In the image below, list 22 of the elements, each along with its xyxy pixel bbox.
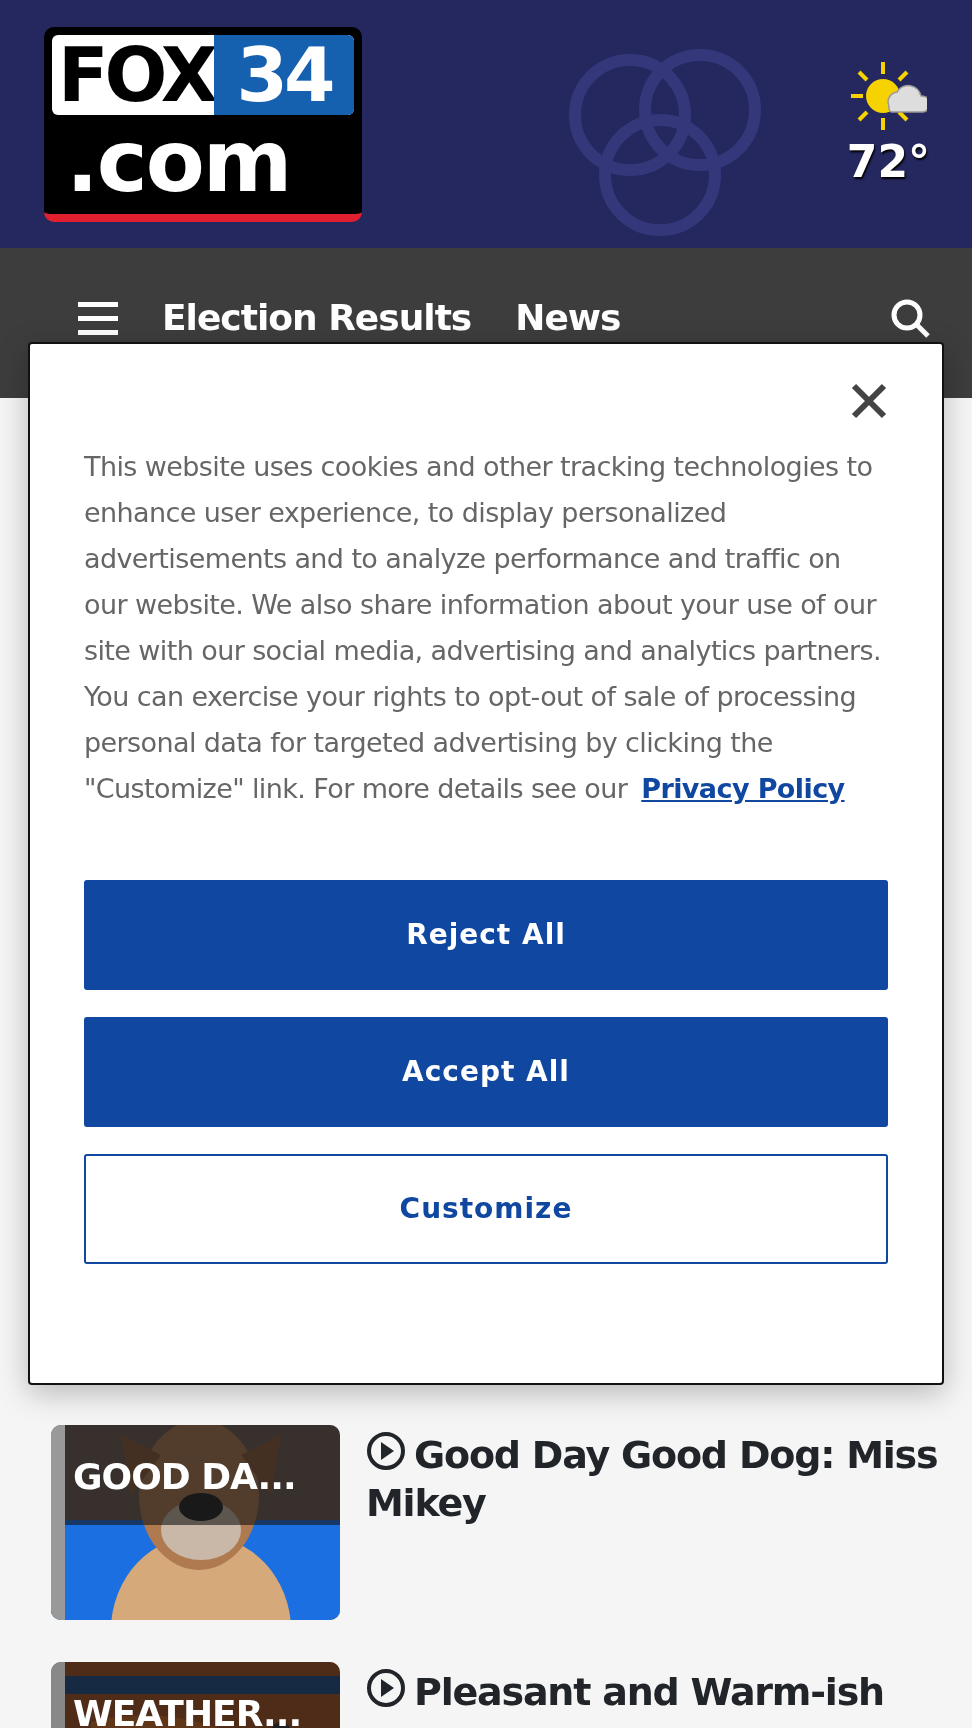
logo-number: 34 bbox=[213, 35, 354, 115]
thumbnail-label: WEATHER... bbox=[65, 1662, 340, 1728]
logo-text: FOX bbox=[57, 35, 214, 115]
privacy-policy-link[interactable]: Privacy Policy bbox=[641, 773, 845, 804]
close-button[interactable] bbox=[850, 382, 888, 420]
thumbnail-label: GOOD DA... bbox=[65, 1425, 340, 1525]
nav-link[interactable]: News bbox=[515, 298, 621, 338]
menu-icon[interactable] bbox=[78, 302, 118, 336]
sun-cloud-icon[interactable] bbox=[849, 60, 928, 132]
consent-button[interactable]: Customize bbox=[84, 1154, 888, 1264]
nav-link[interactable]: Election Results bbox=[162, 298, 472, 338]
consent-button[interactable]: Reject All bbox=[84, 880, 888, 990]
temperature: 72° bbox=[846, 140, 930, 184]
logo-domain: .com bbox=[66, 115, 292, 207]
consent-button[interactable]: Accept All bbox=[84, 1017, 888, 1127]
consent-text: This website uses cookies and other tracking technologies to enhance user experience, to display personalized advertisements and to analyze performance and traffic on our website. We also share information about your use of our site with our social media, advertising and analytics partners. You can exercise your rights to opt-out of sale of processing personal data for targeted advertising by clicking the "Customize" link. For more details see our Privacy Policy bbox=[84, 450, 882, 806]
video-title[interactable]: Pleasant and Warm-ish bbox=[366, 1668, 966, 1728]
play-icon bbox=[366, 1431, 406, 1471]
play-icon bbox=[366, 1668, 406, 1708]
logo[interactable]: FOX 34 .com bbox=[44, 27, 362, 222]
video-title[interactable]: Good Day Good Dog: Miss Mikey bbox=[366, 1431, 966, 1620]
search-icon[interactable] bbox=[890, 298, 930, 338]
